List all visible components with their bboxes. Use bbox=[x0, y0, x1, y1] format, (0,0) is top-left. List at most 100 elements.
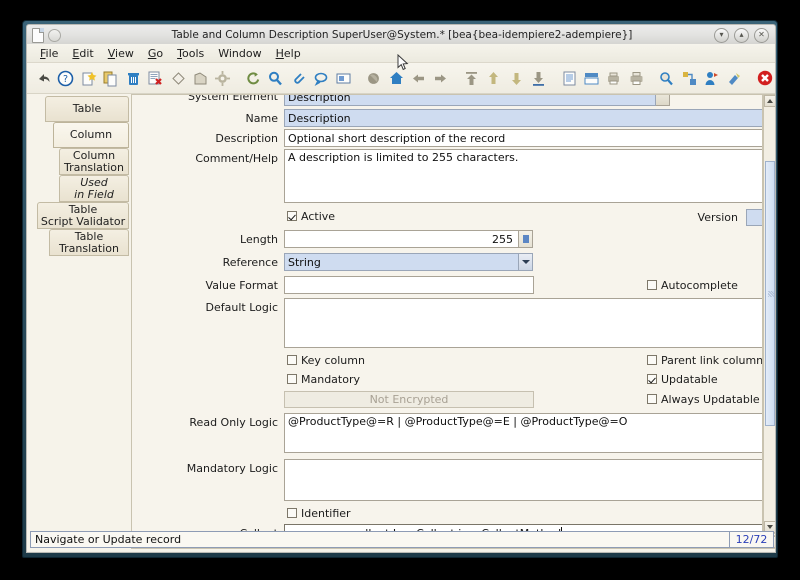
close-button[interactable]: ✕ bbox=[754, 28, 769, 43]
menu-help[interactable]: Help bbox=[269, 45, 308, 62]
comment-help-textarea[interactable]: A description is limited to 255 characte… bbox=[284, 149, 763, 203]
menu-go[interactable]: Go bbox=[141, 45, 170, 62]
read-only-logic-textarea[interactable]: @ProductType@=R | @ProductType@=E | @Pro… bbox=[284, 413, 763, 453]
eraser-icon[interactable] bbox=[168, 65, 188, 91]
version-input[interactable] bbox=[746, 209, 763, 226]
encrypted-button[interactable]: Not Encrypted bbox=[284, 391, 534, 408]
field-read-only-logic: Read Only Logic @ProductType@=R | @Produ… bbox=[132, 411, 762, 455]
system-element-lookup-button[interactable] bbox=[656, 94, 670, 106]
help-icon[interactable]: ? bbox=[55, 65, 75, 91]
form-vertical-scrollbar[interactable] bbox=[763, 94, 775, 534]
reference-dropdown-button[interactable] bbox=[519, 253, 533, 271]
parent-link-column-checkbox[interactable]: Parent link column bbox=[647, 354, 763, 368]
record-form: System Element Description Name Descript… bbox=[131, 94, 763, 534]
name-input[interactable]: Description bbox=[284, 109, 763, 127]
scroll-grip-icon bbox=[768, 291, 774, 297]
mandatory-logic-textarea[interactable] bbox=[284, 459, 763, 501]
active-checkbox[interactable]: Active bbox=[287, 210, 335, 224]
last-record-icon[interactable] bbox=[528, 65, 548, 91]
row-mandatory-updatable: Mandatory Updatable bbox=[132, 370, 762, 389]
archive-icon[interactable] bbox=[190, 65, 210, 91]
chevron-up-icon bbox=[767, 99, 773, 103]
chevron-down-icon bbox=[767, 525, 773, 529]
default-logic-textarea[interactable] bbox=[284, 298, 763, 348]
requests-icon[interactable] bbox=[702, 65, 722, 91]
find-icon[interactable] bbox=[266, 65, 286, 91]
read-only-logic-label: Read Only Logic bbox=[152, 414, 278, 432]
status-message: Navigate or Update record bbox=[30, 531, 730, 548]
value-format-input[interactable] bbox=[284, 276, 534, 294]
copy-record-icon[interactable] bbox=[100, 65, 120, 91]
report-icon[interactable] bbox=[559, 65, 579, 91]
row-active-version: Active Version bbox=[132, 206, 762, 228]
autocomplete-label: Autocomplete bbox=[661, 279, 738, 292]
parent-link-checkbox-box bbox=[647, 355, 657, 365]
length-stepper[interactable] bbox=[519, 230, 533, 248]
attachment-icon[interactable] bbox=[288, 65, 308, 91]
identifier-checkbox[interactable]: Identifier bbox=[287, 507, 351, 521]
menu-view[interactable]: View bbox=[101, 45, 141, 62]
next-page-icon[interactable] bbox=[506, 65, 526, 91]
always-updatable-checkbox[interactable]: Always Updatable bbox=[647, 393, 760, 407]
menu-file[interactable]: File bbox=[33, 45, 65, 62]
tab-table[interactable]: Table bbox=[45, 96, 129, 122]
svg-text:?: ? bbox=[63, 74, 68, 85]
row-value-format: Value Format Autocomplete bbox=[132, 274, 762, 296]
parent-link-label: Parent link column bbox=[661, 354, 763, 367]
archive-doc-icon[interactable] bbox=[581, 65, 601, 91]
window-title: Table and Column Description SuperUser@S… bbox=[27, 25, 777, 45]
menu-edit[interactable]: Edit bbox=[65, 45, 100, 62]
field-default-logic: Default Logic bbox=[132, 296, 762, 351]
tab-column-translation[interactable]: Column Translation bbox=[59, 148, 129, 175]
exit-icon[interactable] bbox=[754, 65, 774, 91]
tab-strip: Table Column Column Translation Used in … bbox=[31, 96, 129, 266]
print-preview-icon[interactable] bbox=[604, 65, 624, 91]
undo-icon[interactable] bbox=[33, 65, 53, 91]
mandatory-checkbox[interactable]: Mandatory bbox=[287, 373, 360, 387]
tab-table-script-validator-label: Table Script Validator bbox=[41, 204, 125, 228]
delete-selection-icon[interactable] bbox=[145, 65, 165, 91]
reference-select[interactable]: String bbox=[284, 253, 519, 271]
print-icon[interactable] bbox=[626, 65, 646, 91]
name-label: Name bbox=[152, 110, 278, 128]
menu-window[interactable]: Window bbox=[211, 45, 268, 62]
field-name: Name Description bbox=[132, 108, 762, 128]
tab-table-translation[interactable]: Table Translation bbox=[49, 229, 129, 256]
maximize-button[interactable]: ▴ bbox=[734, 28, 749, 43]
active-checkbox-box bbox=[287, 211, 297, 221]
updatable-checkbox-box bbox=[647, 374, 657, 384]
mandatory-logic-label: Mandatory Logic bbox=[152, 460, 278, 478]
autocomplete-checkbox-box bbox=[647, 280, 657, 290]
vertical-scroll-thumb[interactable] bbox=[765, 161, 775, 426]
zoom-icon[interactable] bbox=[657, 65, 677, 91]
delete-icon[interactable] bbox=[123, 65, 143, 91]
prev-page-icon[interactable] bbox=[484, 65, 504, 91]
autocomplete-checkbox[interactable]: Autocomplete bbox=[647, 279, 738, 293]
toolbar: ? bbox=[27, 63, 775, 94]
tab-used-in-field[interactable]: Used in Field bbox=[59, 175, 129, 202]
scroll-up-button[interactable] bbox=[764, 95, 775, 107]
chat-icon[interactable] bbox=[311, 65, 331, 91]
key-column-checkbox[interactable]: Key column bbox=[287, 354, 365, 368]
length-input[interactable]: 255 bbox=[284, 230, 519, 248]
zoom-across-icon[interactable] bbox=[363, 65, 383, 91]
updatable-checkbox[interactable]: Updatable bbox=[647, 373, 718, 387]
grid-toggle-icon[interactable] bbox=[333, 65, 353, 91]
refresh-icon[interactable] bbox=[243, 65, 263, 91]
previous-record-icon[interactable] bbox=[408, 65, 428, 91]
record-counter: 12/72 bbox=[730, 531, 774, 548]
tab-table-script-validator[interactable]: Table Script Validator bbox=[37, 202, 129, 229]
minimize-button[interactable]: ▾ bbox=[714, 28, 729, 43]
tab-column[interactable]: Column bbox=[53, 122, 129, 148]
title-bar[interactable]: Table and Column Description SuperUser@S… bbox=[26, 24, 776, 44]
menu-tools[interactable]: Tools bbox=[170, 45, 211, 62]
new-record-icon[interactable] bbox=[78, 65, 98, 91]
system-element-value[interactable]: Description bbox=[284, 94, 656, 106]
preference-icon[interactable] bbox=[213, 65, 233, 91]
description-input[interactable]: Optional short description of the record bbox=[284, 129, 763, 147]
next-record-icon[interactable] bbox=[431, 65, 451, 91]
home-icon[interactable] bbox=[386, 65, 406, 91]
active-workflow-icon[interactable] bbox=[679, 65, 699, 91]
product-info-icon[interactable] bbox=[724, 65, 744, 91]
first-record-icon[interactable] bbox=[461, 65, 481, 91]
